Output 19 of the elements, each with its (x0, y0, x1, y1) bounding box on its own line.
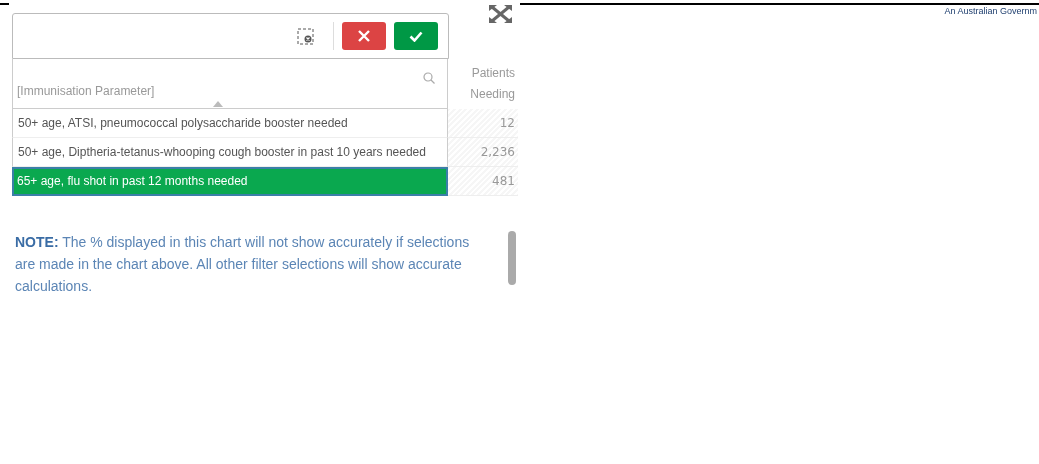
column-header[interactable]: Patients Needing (448, 59, 518, 109)
table-cell: 2,236 (448, 138, 518, 167)
list-item[interactable]: 65+ age, flu shot in past 12 months needed (12, 167, 449, 196)
checkmark-icon (409, 30, 423, 42)
scrollbar-thumb[interactable] (508, 231, 516, 285)
table-cell: 12 (448, 109, 518, 138)
table-cell: 481 (448, 167, 518, 196)
clear-selection-icon (296, 27, 314, 45)
list-item[interactable]: 50+ age, ATSI, pneumococcal polysaccharide booster needed (12, 109, 449, 138)
expand-icon[interactable] (489, 5, 512, 23)
banner-text: An Australian Governm (944, 6, 1037, 16)
cancel-button[interactable] (342, 22, 386, 50)
note-text: NOTE: The % displayed in this chart will not show accurately if selections are made in the chart above. All other filter selections will show accurate calculations. (15, 233, 471, 296)
confirm-button[interactable] (394, 22, 438, 50)
sort-ascending-icon (213, 101, 223, 107)
close-icon (358, 30, 370, 42)
column-label: [Immunisation Parameter] (17, 83, 155, 100)
list-item[interactable]: 50+ age, Diptheria-tetanus-whooping cough booster in past 10 years needed (12, 138, 449, 167)
search-icon[interactable] (423, 72, 436, 84)
